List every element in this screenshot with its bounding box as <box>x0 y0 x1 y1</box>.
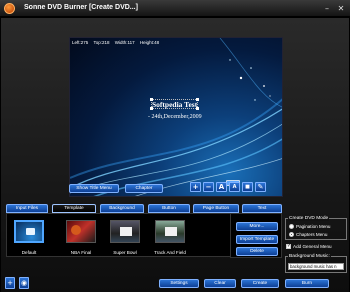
selected-title-text[interactable]: Softpedia Test <box>150 98 199 110</box>
main-panel: Left:275 Top:218 Width:117 Height:48 Sof… <box>1 18 349 292</box>
add-text-icon[interactable]: + <box>190 182 201 192</box>
background-music-group: Background Music: background music has n <box>285 254 347 273</box>
remove-text-icon[interactable]: − <box>203 182 214 192</box>
add-general-menu-checkbox[interactable]: Add General Menu <box>286 243 332 250</box>
background-music-label: Background Music: <box>288 254 331 259</box>
disc-icon[interactable]: ◉ <box>19 277 29 289</box>
width-readout: Width:117 <box>114 40 135 45</box>
menu-date-text[interactable]: - 24th,December,2009 <box>148 114 202 120</box>
chapters-menu-option[interactable]: Chapters Menu <box>289 232 328 238</box>
chapter-button[interactable]: Chapter <box>125 184 163 193</box>
resize-handle[interactable] <box>150 98 153 101</box>
title-bar: Sonne DVD Burner [Create DVD...] – ✕ <box>0 0 350 17</box>
edit-text-icon[interactable]: ✎ <box>255 182 266 192</box>
menu-preview[interactable]: Left:275 Top:218 Width:117 Height:48 Sof… <box>69 37 283 197</box>
delete-button[interactable]: Delete <box>236 247 278 256</box>
chapters-menu-label: Chapters Menu <box>296 232 328 237</box>
background-music-field[interactable]: background music has n <box>288 263 344 270</box>
create-dvd-mode-group: Create DVD Mode Pagination Menu Chapters… <box>285 216 347 240</box>
left-readout: Left:275 <box>72 40 89 45</box>
create-dvd-mode-label: Create DVD Mode <box>288 216 330 221</box>
template-thumb-nba-final[interactable] <box>66 220 96 243</box>
template-thumb-default[interactable] <box>14 220 44 243</box>
template-label-default: Default <box>21 250 37 255</box>
template-thumb-super-bowl[interactable] <box>110 220 140 243</box>
tab-background[interactable]: Background <box>100 204 144 213</box>
top-readout: Top:218 <box>93 40 110 45</box>
template-gallery: Default NBA Final Super Bowl Track And F… <box>6 213 231 257</box>
pagination-menu-option[interactable]: Pagination Menu <box>289 224 331 230</box>
template-label-nba-final: NBA Final <box>70 250 92 255</box>
tab-button[interactable]: Button <box>148 204 190 213</box>
font-bigger-icon[interactable]: A <box>216 182 227 192</box>
clear-button[interactable]: Clear <box>204 279 236 288</box>
disc-add-icon[interactable]: + <box>5 277 15 289</box>
menu-title-text[interactable]: Softpedia Test <box>152 100 197 110</box>
import-template-button[interactable]: Import Template <box>236 235 278 244</box>
radio-icon[interactable] <box>289 224 294 230</box>
template-thumb-track-and-field[interactable] <box>155 220 185 243</box>
tab-input-files[interactable]: Input Files <box>6 204 48 213</box>
app-logo-icon <box>4 3 15 14</box>
resize-handle[interactable] <box>196 107 199 110</box>
tab-text[interactable]: Text <box>242 204 282 213</box>
template-label-super-bowl: Super Bowl <box>113 250 137 255</box>
settings-button[interactable]: Settings <box>159 279 199 288</box>
close-button[interactable]: ✕ <box>336 4 346 14</box>
height-readout: Height:48 <box>139 40 160 45</box>
tab-template[interactable]: Template <box>52 204 96 213</box>
template-label-track-and-field: Track And Field <box>154 250 186 255</box>
minimize-button[interactable]: – <box>322 4 332 14</box>
checkbox-checked-icon[interactable] <box>286 243 291 250</box>
font-smaller-icon[interactable]: A <box>229 182 240 192</box>
position-readout: Left:275 Top:218 Width:117 Height:48 <box>72 40 163 45</box>
radio-selected-icon[interactable] <box>289 232 294 238</box>
show-title-menu-button[interactable]: Show Title Menu <box>69 184 119 193</box>
pagination-menu-label: Pagination Menu <box>296 224 331 229</box>
tab-page-button[interactable]: Page Button <box>193 204 239 213</box>
resize-handle[interactable] <box>196 98 199 101</box>
add-general-menu-label: Add General Menu <box>293 244 332 249</box>
burn-button[interactable]: Burn <box>285 279 329 288</box>
create-button[interactable]: Create <box>241 279 279 288</box>
template-actions-panel: More... Import Template Delete <box>230 213 282 258</box>
more-button[interactable]: More... <box>236 222 278 231</box>
window-title: Sonne DVD Burner [Create DVD...] <box>24 4 138 11</box>
text-color-icon[interactable]: ■ <box>242 182 253 192</box>
resize-handle[interactable] <box>150 107 153 110</box>
